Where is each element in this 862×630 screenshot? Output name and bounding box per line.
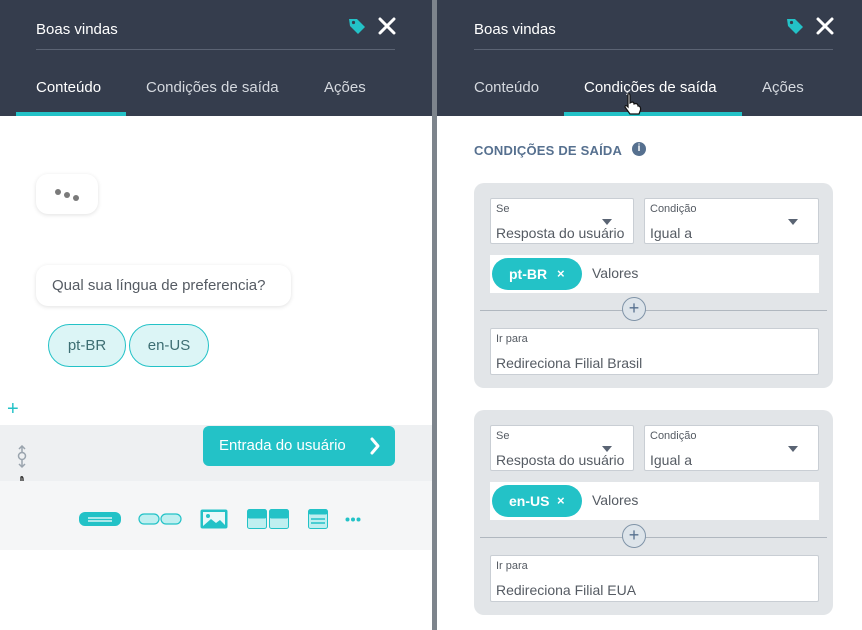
values-input[interactable]: en-US × Valores xyxy=(490,482,819,520)
add-block-button[interactable]: + xyxy=(7,399,19,419)
value-chip[interactable]: en-US × xyxy=(492,485,582,517)
carousel-icon[interactable] xyxy=(247,509,289,529)
chevron-down-icon xyxy=(788,219,798,225)
list-icon[interactable] xyxy=(308,509,328,529)
tag-icon[interactable] xyxy=(785,16,805,36)
chevron-right-icon xyxy=(370,437,380,455)
if-label: Se xyxy=(496,430,510,442)
header: Boas vindas Conteúdo Condições de saída … xyxy=(437,0,862,116)
goto-value: Redireciona Filial EUA xyxy=(496,582,637,598)
option-chip-en-us[interactable]: en-US xyxy=(129,324,209,367)
cursor-hand-icon xyxy=(624,93,642,115)
if-select[interactable]: Se Resposta do usuário xyxy=(490,198,634,244)
if-value: Resposta do usuário xyxy=(496,225,625,241)
typing-indicator xyxy=(36,174,98,214)
tab-actions[interactable]: Ações xyxy=(324,79,366,96)
right-panel: Boas vindas Conteúdo Condições de saída … xyxy=(437,0,862,630)
bot-message[interactable]: Qual sua língua de preferencia? xyxy=(36,265,291,306)
condition-card: Se Resposta do usuário Condição Igual a … xyxy=(474,183,833,388)
goto-select[interactable]: Ir para Redireciona Filial Brasil xyxy=(490,328,819,375)
condition-card: Se Resposta do usuário Condição Igual a … xyxy=(474,410,833,615)
option-chip-pt-br[interactable]: pt-BR xyxy=(48,324,126,367)
value-chip-label: pt-BR xyxy=(509,266,548,282)
user-input-button[interactable]: Entrada do usuário xyxy=(203,426,395,466)
more-icon[interactable] xyxy=(345,517,361,522)
block-toolbar xyxy=(0,481,432,550)
add-condition-button[interactable]: + xyxy=(622,524,646,548)
divider xyxy=(480,537,827,538)
if-value: Resposta do usuário xyxy=(496,452,625,468)
tab-content[interactable]: Conteúdo xyxy=(474,79,539,96)
user-input-label: Entrada do usuário xyxy=(219,437,346,454)
remove-chip-icon[interactable]: × xyxy=(557,485,565,517)
divider xyxy=(480,310,827,311)
values-placeholder: Valores xyxy=(592,265,639,281)
tag-icon[interactable] xyxy=(347,16,367,36)
info-icon[interactable]: i xyxy=(632,142,646,156)
close-icon[interactable] xyxy=(377,16,397,36)
condition-label: Condição xyxy=(650,430,697,442)
left-panel: Boas vindas Conteúdo Condições de saída … xyxy=(0,0,432,630)
values-placeholder: Valores xyxy=(592,492,639,508)
quick-replies-icon[interactable] xyxy=(138,513,182,525)
chevron-down-icon xyxy=(602,446,612,452)
header-divider xyxy=(474,49,833,50)
value-chip[interactable]: pt-BR × xyxy=(492,258,582,290)
goto-label: Ir para xyxy=(496,560,528,572)
header-divider xyxy=(36,49,395,50)
tab-exit-conditions[interactable]: Condições de saída xyxy=(146,79,279,96)
goto-value: Redireciona Filial Brasil xyxy=(496,355,643,371)
tab-actions[interactable]: Ações xyxy=(762,79,804,96)
value-chip-label: en-US xyxy=(509,493,550,509)
section-title: CONDIÇÕES DE SAÍDA xyxy=(474,143,623,158)
remove-chip-icon[interactable]: × xyxy=(557,258,565,290)
condition-select[interactable]: Condição Igual a xyxy=(644,425,819,471)
connector-handle-icon[interactable] xyxy=(15,445,29,471)
chevron-down-icon xyxy=(602,219,612,225)
condition-select[interactable]: Condição Igual a xyxy=(644,198,819,244)
chevron-down-icon xyxy=(788,446,798,452)
panel-title: Boas vindas xyxy=(36,21,118,38)
condition-value: Igual a xyxy=(650,452,693,468)
close-icon[interactable] xyxy=(815,16,835,36)
condition-value: Igual a xyxy=(650,225,693,241)
panel-title: Boas vindas xyxy=(474,21,556,38)
condition-label: Condição xyxy=(650,203,697,215)
add-condition-button[interactable]: + xyxy=(622,297,646,321)
tab-exit-conditions[interactable]: Condições de saída xyxy=(584,79,717,96)
if-label: Se xyxy=(496,203,510,215)
goto-label: Ir para xyxy=(496,333,528,345)
image-icon[interactable] xyxy=(200,509,228,529)
text-block-icon[interactable] xyxy=(79,512,121,526)
active-tab-indicator xyxy=(16,112,126,116)
tab-content[interactable]: Conteúdo xyxy=(36,79,101,96)
if-select[interactable]: Se Resposta do usuário xyxy=(490,425,634,471)
values-input[interactable]: pt-BR × Valores xyxy=(490,255,819,293)
header: Boas vindas Conteúdo Condições de saída … xyxy=(0,0,432,116)
goto-select[interactable]: Ir para Redireciona Filial EUA xyxy=(490,555,819,602)
